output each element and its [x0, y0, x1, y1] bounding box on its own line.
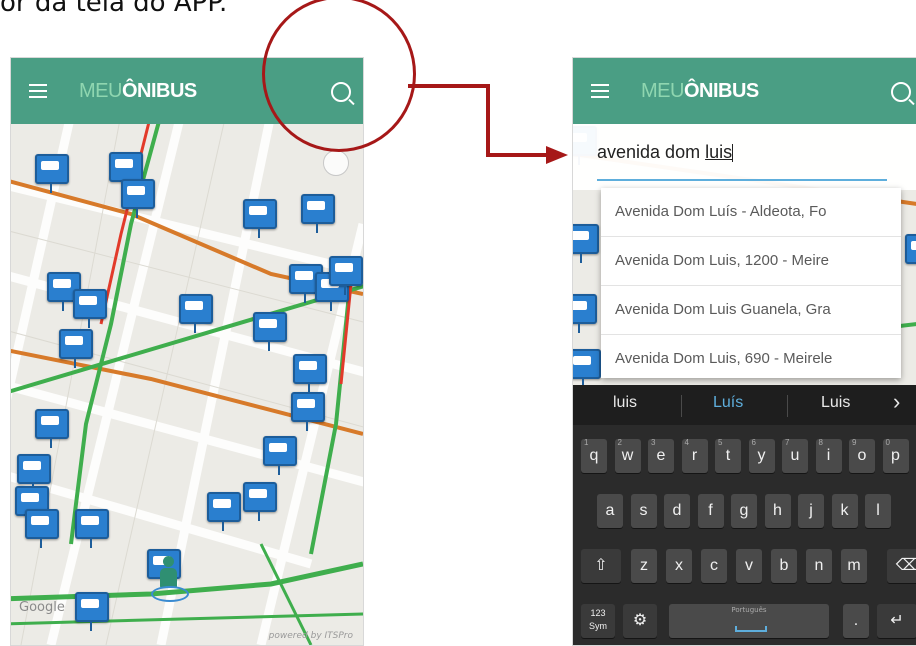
app-bar: MEUÔNIBUS — [573, 58, 916, 124]
settings-key[interactable]: ⚙ — [623, 604, 657, 638]
suggestion-item[interactable]: Avenida Dom Luis Guanela, Gra — [601, 286, 901, 335]
search-input[interactable]: avenida dom luis — [597, 142, 734, 163]
bus-stop-icon[interactable] — [35, 154, 69, 193]
suggestion-item[interactable]: Avenida Dom Luís - Aldeota, Fo — [601, 188, 901, 237]
arrow-segment — [408, 84, 488, 88]
bus-stop-icon[interactable] — [293, 354, 327, 393]
bus-stop-icon[interactable] — [179, 294, 213, 333]
period-key[interactable]: . — [843, 604, 869, 638]
search-icon[interactable] — [891, 82, 911, 102]
bus-stop-icon[interactable] — [291, 392, 325, 431]
bus-stop-icon — [905, 234, 916, 264]
bus-stop-icon — [573, 294, 597, 333]
key-g[interactable]: g — [731, 494, 757, 528]
shift-key[interactable]: ⇧ — [581, 549, 621, 583]
key-p[interactable]: 0p — [882, 438, 909, 473]
enter-key[interactable]: ↵ — [877, 604, 916, 638]
word-suggestion[interactable]: Luis — [821, 394, 850, 412]
bus-stop-icon[interactable] — [121, 179, 155, 218]
menu-icon[interactable] — [29, 84, 47, 98]
key-o[interactable]: 9o — [849, 438, 875, 473]
arrow-head — [546, 146, 568, 164]
bus-stop-icon[interactable] — [73, 289, 107, 328]
divider — [787, 395, 788, 417]
key-b[interactable]: b — [771, 549, 797, 583]
suggestion-item[interactable]: Avenida Dom Luis, 690 - Meirele — [601, 335, 901, 378]
keyboard: luis Luís Luis › 1q2w3e4r5t6y7u8i9o0p as… — [573, 385, 916, 645]
key-e[interactable]: 3e — [648, 438, 674, 473]
key-f[interactable]: f — [697, 494, 724, 528]
bus-stop-icon[interactable] — [301, 194, 335, 233]
bus-stop-icon[interactable] — [109, 152, 143, 191]
key-z[interactable]: z — [631, 549, 657, 583]
my-location-icon[interactable] — [323, 150, 349, 176]
app-logo: MEUÔNIBUS — [641, 80, 759, 102]
word-suggestion[interactable]: luis — [613, 394, 637, 412]
key-n[interactable]: n — [806, 549, 832, 583]
word-suggestion[interactable]: Luís — [713, 394, 743, 412]
search-field[interactable]: avenida dom luis — [573, 124, 916, 190]
bus-stop-icon — [573, 224, 599, 263]
bus-stop-icon[interactable] — [25, 509, 59, 548]
bus-stop-icon[interactable] — [263, 436, 297, 475]
symbols-key[interactable]: 123 Sym — [581, 604, 615, 638]
arrow-segment — [486, 84, 490, 156]
bus-stop-icon[interactable] — [207, 492, 241, 531]
backspace-key[interactable]: ⌫ — [887, 549, 916, 583]
key-i[interactable]: 8i — [815, 438, 842, 473]
key-h[interactable]: h — [764, 494, 791, 528]
bus-stop-icon[interactable] — [17, 454, 51, 493]
search-underline — [597, 179, 887, 181]
person-icon — [149, 556, 189, 606]
key-r[interactable]: 4r — [681, 438, 708, 473]
highlight-circle — [262, 0, 416, 152]
menu-icon[interactable] — [591, 84, 609, 98]
space-key[interactable]: Português — [669, 604, 829, 638]
bus-stop-icon[interactable] — [243, 199, 277, 238]
bus-stop-icon[interactable] — [243, 482, 277, 521]
bus-stop-icon[interactable] — [253, 312, 287, 351]
powered-by-label: powered by ITSPro — [268, 631, 353, 641]
key-w[interactable]: 2w — [614, 438, 641, 473]
key-l[interactable]: l — [865, 494, 891, 528]
key-u[interactable]: 7u — [782, 438, 808, 473]
google-logo: Google — [19, 600, 65, 615]
map-view[interactable]: Google powered by ITSPro — [11, 124, 363, 645]
suggestions-dropdown: Avenida Dom Luís - Aldeota, Fo Avenida D… — [601, 188, 901, 378]
key-m[interactable]: m — [841, 549, 867, 583]
key-s[interactable]: s — [630, 494, 657, 528]
key-c[interactable]: c — [701, 549, 727, 583]
caption-text: or da tela do APP. — [0, 0, 228, 18]
app-logo: MEUÔNIBUS — [79, 80, 197, 102]
key-t[interactable]: 5t — [715, 438, 741, 473]
key-y[interactable]: 6y — [748, 438, 775, 473]
bus-stop-icon[interactable] — [35, 409, 69, 448]
suggestion-item[interactable]: Avenida Dom Luis, 1200 - Meire — [601, 237, 901, 286]
bus-stop-icon[interactable] — [59, 329, 93, 368]
bus-stop-icon — [573, 349, 601, 388]
bus-stop-icon[interactable] — [329, 256, 363, 295]
key-v[interactable]: v — [736, 549, 762, 583]
keyboard-language-label: Português — [731, 606, 767, 614]
key-d[interactable]: d — [664, 494, 690, 528]
key-k[interactable]: k — [831, 494, 858, 528]
key-q[interactable]: 1q — [581, 438, 607, 473]
more-suggestions-icon[interactable]: › — [893, 389, 900, 415]
divider — [681, 395, 682, 417]
key-j[interactable]: j — [798, 494, 824, 528]
right-phone-screen: MEUÔNIBUS avenida dom luis Avenida Dom L… — [572, 57, 916, 646]
bus-stop-icon[interactable] — [75, 509, 109, 548]
key-x[interactable]: x — [666, 549, 692, 583]
bus-stop-icon[interactable] — [75, 592, 109, 631]
arrow-segment — [486, 153, 548, 157]
word-suggestion-bar: luis Luís Luis › — [573, 385, 916, 425]
key-a[interactable]: a — [597, 494, 623, 528]
